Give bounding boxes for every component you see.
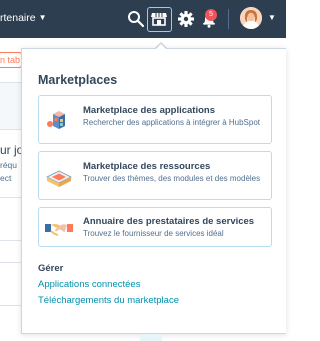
marketplace-dropdown-menu: Marketplaces Marketplace des application… <box>21 48 286 334</box>
background-divider <box>0 197 22 198</box>
marketplace-button[interactable] <box>147 7 172 32</box>
background-orange-button[interactable]: n tab <box>0 52 22 68</box>
user-portrait-icon <box>240 7 262 29</box>
gear-icon[interactable] <box>176 9 196 29</box>
background-divider <box>0 240 22 241</box>
handshake-icon <box>45 224 73 236</box>
account-chevron-down-icon[interactable]: ▼ <box>268 13 276 22</box>
partner-account-menu[interactable]: rtenaire ▼ <box>0 12 47 24</box>
marketplace-downloads-link[interactable]: Téléchargements du marketplace <box>38 295 179 306</box>
nav-divider <box>228 9 229 29</box>
notification-badge: 5 <box>205 9 217 21</box>
manage-heading: Gérer <box>38 263 64 274</box>
connected-apps-link[interactable]: Applications connectées <box>38 279 140 290</box>
solutions-directory-description: Trouvez le fournisseur de services idéal <box>83 229 224 238</box>
marketplaces-heading: Marketplaces <box>38 73 118 87</box>
background-peek-element <box>140 334 162 341</box>
app-marketplace-icon <box>47 111 65 129</box>
solutions-directory-card[interactable]: Annuaire des prestataires de services Tr… <box>38 207 272 247</box>
background-card-subtitle: ect <box>0 173 12 183</box>
background-divider <box>0 305 22 306</box>
asset-marketplace-card[interactable]: Marketplace des ressources Trouver des t… <box>38 151 272 200</box>
marketplace-store-icon <box>151 13 167 26</box>
search-icon[interactable] <box>126 9 146 29</box>
background-header-band <box>0 82 22 130</box>
app-marketplace-description: Rechercher des applications à intégrer à… <box>83 118 260 127</box>
user-avatar[interactable] <box>240 7 262 29</box>
app-marketplace-card[interactable]: Marketplace des applications Rechercher … <box>38 95 272 144</box>
asset-marketplace-description: Trouver des thèmes, des modules et des m… <box>83 174 261 183</box>
solutions-directory-title: Annuaire des prestataires de services <box>83 216 255 227</box>
partner-account-label: rtenaire <box>0 12 36 24</box>
background-card-title: ur jo <box>0 143 22 157</box>
asset-marketplace-icon <box>46 170 72 187</box>
background-divider <box>0 262 22 263</box>
dropdown-caret-fill <box>155 44 167 50</box>
app-marketplace-title: Marketplace des applications <box>83 105 215 116</box>
top-navigation-bar: rtenaire ▼ 5 ▼ <box>0 0 286 38</box>
chevron-down-icon: ▼ <box>38 13 47 22</box>
asset-marketplace-title: Marketplace des ressources <box>83 161 211 172</box>
background-card-subtitle: réqu <box>0 160 18 170</box>
background-button-label: n tab <box>0 55 21 65</box>
